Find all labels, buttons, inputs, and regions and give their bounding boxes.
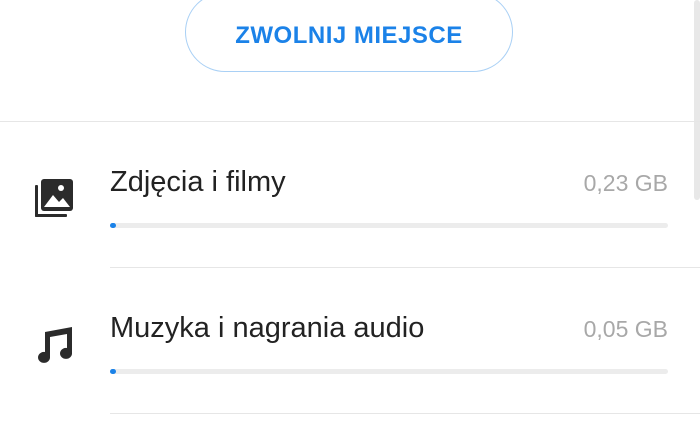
usage-bar-fill: [110, 369, 116, 374]
photo-library-icon: [32, 176, 76, 220]
usage-bar-fill: [110, 223, 116, 228]
usage-bar: [110, 369, 668, 374]
storage-item-audio[interactable]: Muzyka i nagrania audio 0,05 GB: [0, 268, 700, 414]
storage-screen: ZWOLNIJ MIEJSCE Zdjęcia i filmy 0,23 GB …: [0, 0, 700, 441]
divider: [110, 413, 700, 414]
usage-bar: [110, 223, 668, 228]
storage-item-size: 0,05 GB: [583, 316, 668, 342]
storage-item-label: Zdjęcia i filmy: [110, 166, 286, 198]
storage-item-size: 0,23 GB: [583, 170, 668, 196]
music-note-icon: [32, 322, 76, 366]
free-space-button[interactable]: ZWOLNIJ MIEJSCE: [185, 0, 513, 72]
storage-item-photos[interactable]: Zdjęcia i filmy 0,23 GB: [0, 122, 700, 268]
storage-item-label: Muzyka i nagrania audio: [110, 312, 425, 344]
